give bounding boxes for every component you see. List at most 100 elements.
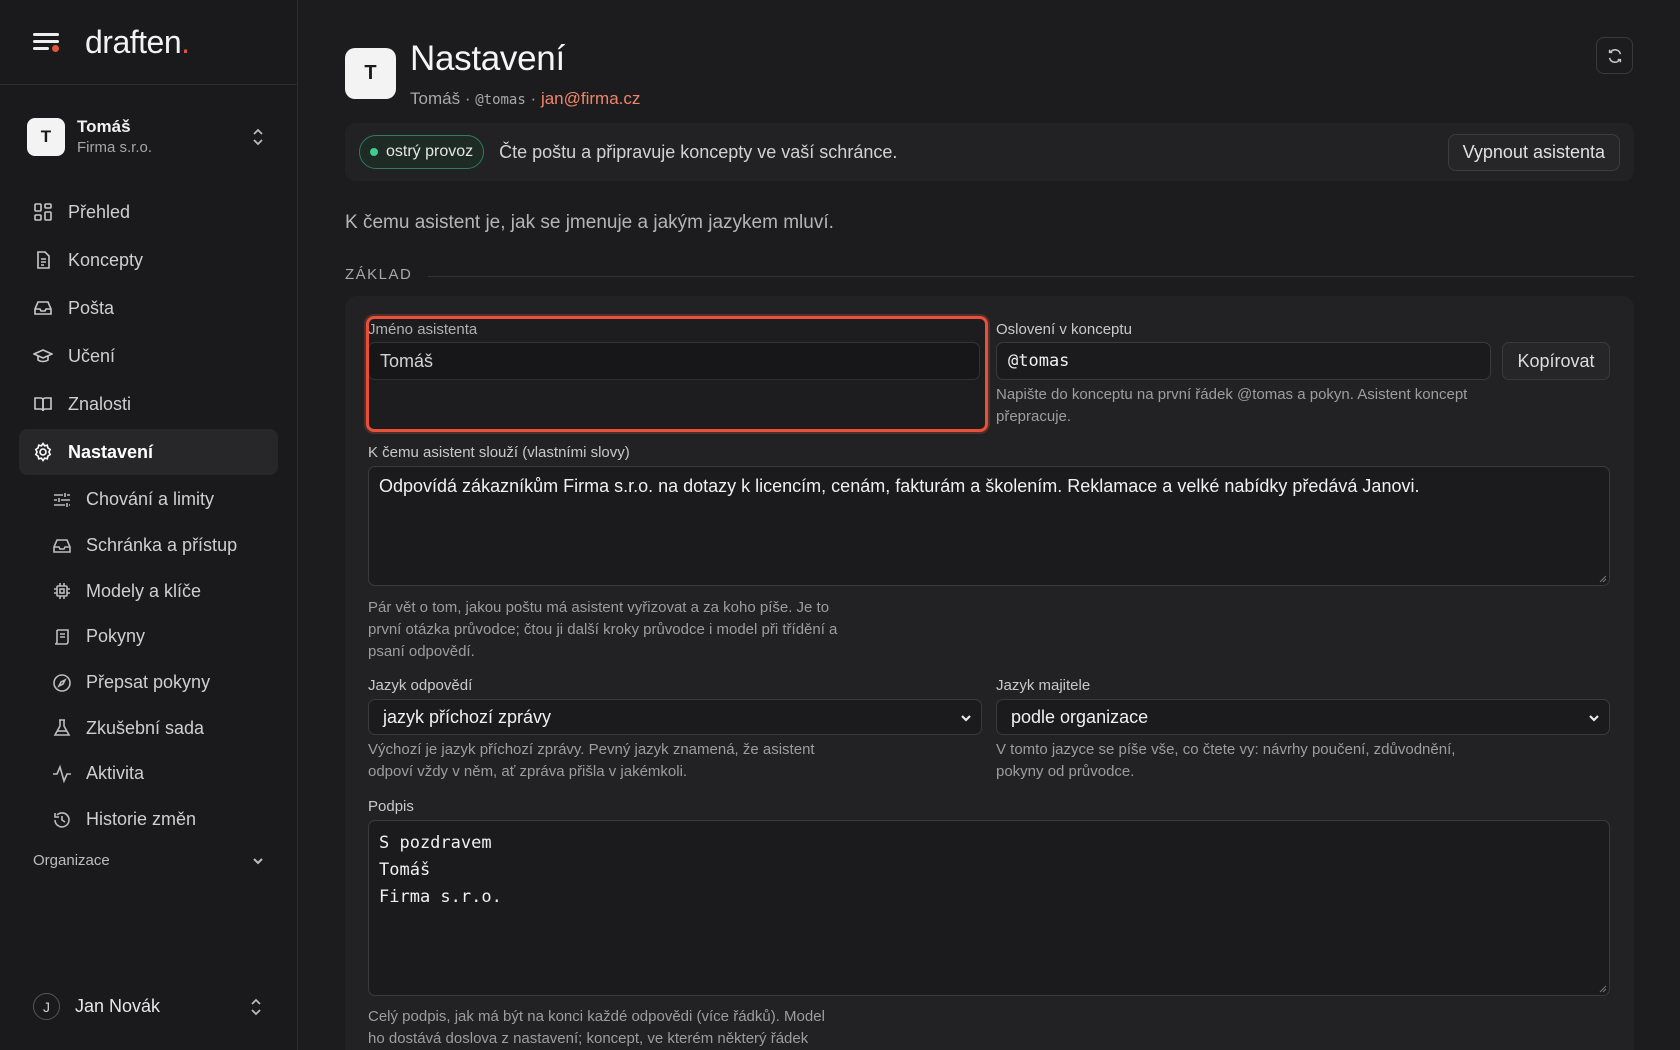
nav-item-label: Znalosti: [68, 393, 132, 414]
page-title: Nastavení: [410, 39, 565, 78]
nav-item-label: Přehled: [68, 201, 131, 222]
assistant-email[interactable]: jan@firma.cz: [541, 89, 640, 108]
assistant-name-input[interactable]: Tomáš: [368, 342, 980, 380]
section-intro: K čemu asistent je, jak se jmenuje a jak…: [345, 212, 834, 233]
refresh-button[interactable]: [1596, 37, 1633, 74]
history-icon: [54, 811, 70, 828]
status-badge-label: ostrý provoz: [386, 143, 474, 160]
inbox-icon: [53, 538, 71, 553]
nav-item-nastaveni[interactable]: Nastavení: [19, 429, 278, 475]
subnav-item-aktivita[interactable]: Aktivita: [0, 751, 297, 797]
resize-grip-icon[interactable]: [1597, 573, 1607, 583]
nav-item-posta[interactable]: Pošta: [19, 285, 278, 331]
signature-line: S pozdravem: [379, 833, 492, 853]
status-bar: ostrý provoz Čte poštu a připravuje konc…: [345, 123, 1634, 181]
purpose-textarea[interactable]: Odpovídá zákazníkům Firma s.r.o. na dota…: [368, 466, 1610, 586]
graduation-cap-icon: [33, 349, 53, 363]
section-heading: ZÁKLAD: [345, 266, 1634, 283]
separator: ·: [464, 88, 471, 108]
section-label: ZÁKLAD: [345, 266, 413, 283]
subnav-item-label: Chování a limity: [86, 489, 215, 510]
signature-hint: Celý podpis, jak má být na konci každé o…: [368, 1008, 825, 1047]
signature-line: Firma s.r.o.: [379, 887, 502, 907]
nav-item-koncepty[interactable]: Koncepty: [19, 237, 278, 283]
owner-language-select[interactable]: podle organizace: [996, 699, 1610, 735]
resize-grip-icon[interactable]: [1597, 983, 1607, 993]
inbox-icon: [34, 301, 52, 315]
user-name: Jan Novák: [75, 996, 161, 1016]
account-avatar: T: [27, 118, 65, 156]
subnav-item-zkusebni[interactable]: Zkušební sada: [0, 705, 297, 751]
basics-card: Jméno asistenta Tomáš Oslovení v koncept…: [345, 296, 1634, 1050]
subnav-item-label: Schránka a přístup: [86, 535, 238, 556]
signature-line: Tomáš: [379, 860, 431, 880]
subnav-item-pokyny[interactable]: Pokyny: [0, 614, 297, 660]
separator: ·: [530, 88, 537, 108]
subnav-item-historie[interactable]: Historie změn: [0, 797, 297, 843]
subnav-item-schranka[interactable]: Schránka a přístup: [0, 523, 297, 569]
chevron-up-down-icon: [251, 127, 265, 147]
user-menu[interactable]: J Jan Novák: [33, 993, 265, 1020]
scroll-icon: [54, 629, 69, 645]
account-name: Tomáš: [77, 117, 131, 137]
reply-language-hint: Výchozí je jazyk příchozí zprávy. Pevný …: [368, 741, 815, 780]
brand-bar: draften.: [0, 0, 297, 85]
mention-input[interactable]: @tomas: [996, 342, 1491, 380]
logo[interactable]: draften.: [85, 24, 190, 61]
page-subtitle: Tomáš · @tomas · jan@firma.cz: [410, 89, 640, 109]
nav-item-label: Koncepty: [68, 249, 144, 270]
signature-textarea[interactable]: S pozdravem Tomáš Firma s.r.o.: [368, 820, 1610, 996]
assistant-name: Tomáš: [410, 88, 461, 108]
signature-label: Podpis: [368, 798, 414, 815]
subnav-item-modely[interactable]: Modely a klíče: [0, 568, 297, 614]
sidebar: draften. T Tomáš Firma s.r.o. Přehled Ko…: [0, 0, 298, 1050]
purpose-label: K čemu asistent slouží (vlastními slovy): [368, 444, 630, 461]
purpose-value: Odpovídá zákazníkům Firma s.r.o. na dota…: [379, 476, 1420, 496]
mention-hint: Napište do konceptu na první řádek @toma…: [996, 386, 1468, 425]
subnav-item-label: Přepsat pokyny: [86, 672, 211, 693]
activity-icon: [53, 764, 71, 784]
user-avatar: J: [33, 993, 60, 1020]
page-header: T Nastavení Tomáš · @tomas · jan@firma.c…: [345, 39, 640, 109]
purpose-hint: Pár vět o tom, jakou poštu má asistent v…: [368, 599, 838, 660]
owner-language-label: Jazyk majitele: [996, 677, 1091, 694]
account-org: Firma s.r.o.: [77, 139, 153, 157]
chevron-down-icon: [961, 715, 971, 722]
organization-section-toggle[interactable]: Organizace: [33, 852, 265, 869]
mention-label: Oslovení v konceptu: [996, 321, 1132, 338]
copy-button[interactable]: Kopírovat: [1502, 342, 1610, 380]
subnav-item-label: Zkušební sada: [86, 717, 205, 738]
nav-item-label: Učení: [68, 345, 116, 366]
disable-assistant-button[interactable]: Vypnout asistenta: [1447, 134, 1620, 171]
chevron-down-icon: [253, 857, 263, 864]
nav-item-prehled[interactable]: Přehled: [19, 189, 278, 235]
book-icon: [34, 397, 52, 412]
main-content: T Nastavení Tomáš · @tomas · jan@firma.c…: [299, 0, 1680, 1050]
subnav-item-label: Pokyny: [86, 626, 146, 647]
account-switcher[interactable]: T Tomáš Firma s.r.o.: [0, 85, 297, 189]
chip-icon: [54, 583, 70, 600]
flask-icon: [53, 719, 71, 737]
grid-icon: [34, 203, 52, 221]
chevron-up-down-icon: [249, 997, 263, 1017]
nav-item-label: Pošta: [68, 297, 115, 318]
subnav-item-label: Aktivita: [86, 763, 145, 784]
nav-item-uceni[interactable]: Učení: [19, 333, 278, 379]
reply-language-value: jazyk příchozí zprávy: [383, 706, 552, 727]
chevron-down-icon: [1589, 715, 1599, 722]
gear-icon: [34, 442, 52, 462]
nav-item-znalosti[interactable]: Znalosti: [19, 381, 278, 427]
subnav-item-chovani[interactable]: Chování a limity: [0, 477, 297, 523]
sliders-icon: [54, 492, 70, 507]
subnav-item-prepsat[interactable]: Přepsat pokyny: [0, 660, 297, 706]
menu-icon[interactable]: [33, 31, 59, 53]
divider: [428, 276, 1634, 277]
nav-item-label: Nastavení: [68, 441, 154, 462]
status-badge: ostrý provoz: [359, 135, 485, 169]
settings-subnav: Chování a limity Schránka a přístup Mode…: [0, 477, 297, 843]
owner-language-hint: V tomto jazyce se píše vše, co čtete vy:…: [996, 741, 1456, 780]
assistant-handle: @tomas: [475, 91, 526, 108]
reply-language-select[interactable]: jazyk příchozí zprávy: [368, 699, 982, 735]
subnav-item-label: Modely a klíče: [86, 580, 202, 601]
refresh-icon: [1608, 48, 1621, 63]
